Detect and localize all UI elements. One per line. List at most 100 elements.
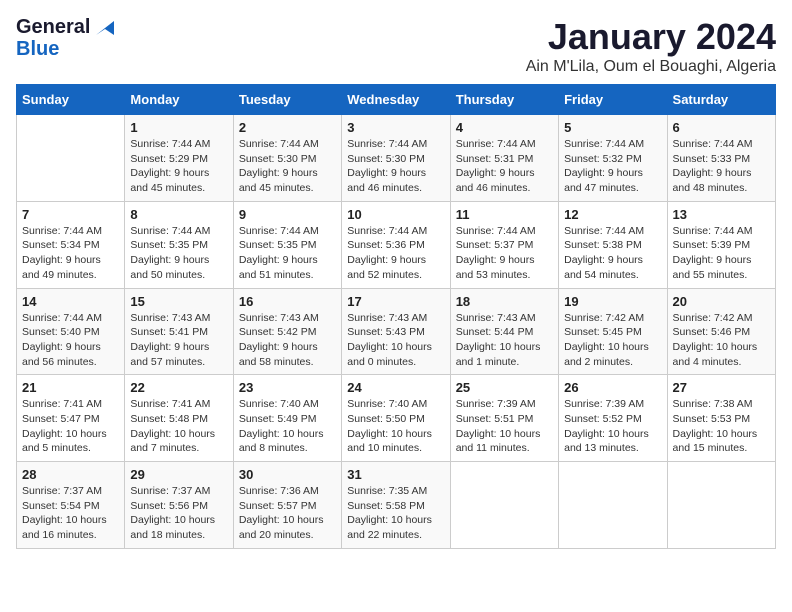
day-number: 20 [673, 294, 770, 309]
day-info: Sunrise: 7:44 AMSunset: 5:35 PMDaylight:… [130, 224, 227, 283]
calendar-cell: 3 Sunrise: 7:44 AMSunset: 5:30 PMDaylight… [342, 115, 450, 202]
col-header-thursday: Thursday [450, 85, 558, 115]
day-info: Sunrise: 7:44 AMSunset: 5:37 PMDaylight:… [456, 224, 553, 283]
calendar-cell: 18Sunrise: 7:43 AMSunset: 5:44 PMDayligh… [450, 288, 558, 375]
day-info: Sunrise: 7:44 AMSunset: 5:32 PMDaylight:… [564, 137, 661, 196]
day-info: Sunrise: 7:37 AMSunset: 5:54 PMDaylight:… [22, 484, 119, 543]
day-info: Sunrise: 7:43 AMSunset: 5:41 PMDaylight:… [130, 311, 227, 370]
calendar-cell: 25Sunrise: 7:39 AMSunset: 5:51 PMDayligh… [450, 375, 558, 462]
day-number: 3 [347, 120, 444, 135]
day-info: Sunrise: 7:43 AMSunset: 5:42 PMDaylight:… [239, 311, 336, 370]
calendar-cell: 7Sunrise: 7:44 AMSunset: 5:34 PMDaylight… [17, 201, 125, 288]
calendar-cell: 2 Sunrise: 7:44 AMSunset: 5:30 PMDaylight… [233, 115, 341, 202]
title-block: January 2024 Ain M'Lila, Oum el Bouaghi,… [526, 16, 776, 76]
day-info: Sunrise: 7:39 AMSunset: 5:52 PMDaylight:… [564, 397, 661, 456]
day-info: Sunrise: 7:44 AMSunset: 5:31 PMDaylight:… [456, 137, 553, 196]
calendar-cell: 12 Sunrise: 7:44 AMSunset: 5:38 PMDayligh… [559, 201, 667, 288]
calendar-cell: 11 Sunrise: 7:44 AMSunset: 5:37 PMDayligh… [450, 201, 558, 288]
day-info: Sunrise: 7:36 AMSunset: 5:57 PMDaylight:… [239, 484, 336, 543]
logo-text: General Blue [16, 16, 114, 60]
day-number: 10 [347, 207, 444, 222]
calendar-cell [17, 115, 125, 202]
day-number: 24 [347, 380, 444, 395]
day-number: 30 [239, 467, 336, 482]
day-info: Sunrise: 7:44 AMSunset: 5:36 PMDaylight:… [347, 224, 444, 283]
day-info: Sunrise: 7:44 AMSunset: 5:38 PMDaylight:… [564, 224, 661, 283]
calendar-cell: 31 Sunrise: 7:35 AMSunset: 5:58 PMDayligh… [342, 462, 450, 549]
day-number: 19 [564, 294, 661, 309]
day-number: 13 [673, 207, 770, 222]
day-number: 1 [130, 120, 227, 135]
day-number: 17 [347, 294, 444, 309]
day-info: Sunrise: 7:44 AMSunset: 5:40 PMDaylight:… [22, 311, 119, 370]
day-info: Sunrise: 7:44 AMSunset: 5:29 PMDaylight:… [130, 137, 227, 196]
day-number: 23 [239, 380, 336, 395]
calendar-cell: 29 Sunrise: 7:37 AMSunset: 5:56 PMDayligh… [125, 462, 233, 549]
day-number: 15 [130, 294, 227, 309]
day-number: 12 [564, 207, 661, 222]
calendar-table: SundayMondayTuesdayWednesdayThursdayFrid… [16, 84, 776, 549]
calendar-cell: 21 Sunrise: 7:41 AMSunset: 5:47 PMDayligh… [17, 375, 125, 462]
day-info: Sunrise: 7:42 AMSunset: 5:46 PMDaylight:… [673, 311, 770, 370]
day-info: Sunrise: 7:41 AMSunset: 5:47 PMDaylight:… [22, 397, 119, 456]
col-header-sunday: Sunday [17, 85, 125, 115]
day-number: 29 [130, 467, 227, 482]
day-info: Sunrise: 7:44 AMSunset: 5:30 PMDaylight:… [347, 137, 444, 196]
logo: General Blue [16, 16, 114, 60]
calendar-cell: 6Sunrise: 7:44 AMSunset: 5:33 PMDaylight… [667, 115, 775, 202]
calendar-cell [667, 462, 775, 549]
calendar-cell: 9 Sunrise: 7:44 AMSunset: 5:35 PMDaylight… [233, 201, 341, 288]
day-number: 4 [456, 120, 553, 135]
calendar-cell: 17Sunrise: 7:43 AMSunset: 5:43 PMDayligh… [342, 288, 450, 375]
day-info: Sunrise: 7:44 AMSunset: 5:30 PMDaylight:… [239, 137, 336, 196]
calendar-cell: 20 Sunrise: 7:42 AMSunset: 5:46 PMDayligh… [667, 288, 775, 375]
day-info: Sunrise: 7:43 AMSunset: 5:44 PMDaylight:… [456, 311, 553, 370]
day-info: Sunrise: 7:37 AMSunset: 5:56 PMDaylight:… [130, 484, 227, 543]
day-number: 14 [22, 294, 119, 309]
day-info: Sunrise: 7:41 AMSunset: 5:48 PMDaylight:… [130, 397, 227, 456]
calendar-cell [450, 462, 558, 549]
col-header-tuesday: Tuesday [233, 85, 341, 115]
day-number: 11 [456, 207, 553, 222]
day-number: 31 [347, 467, 444, 482]
calendar-cell: 26 Sunrise: 7:39 AMSunset: 5:52 PMDayligh… [559, 375, 667, 462]
calendar-cell: 23 Sunrise: 7:40 AMSunset: 5:49 PMDayligh… [233, 375, 341, 462]
calendar-cell: 4 Sunrise: 7:44 AMSunset: 5:31 PMDaylight… [450, 115, 558, 202]
day-info: Sunrise: 7:35 AMSunset: 5:58 PMDaylight:… [347, 484, 444, 543]
day-number: 27 [673, 380, 770, 395]
day-number: 25 [456, 380, 553, 395]
day-info: Sunrise: 7:44 AMSunset: 5:34 PMDaylight:… [22, 224, 119, 283]
day-number: 16 [239, 294, 336, 309]
col-header-saturday: Saturday [667, 85, 775, 115]
calendar-cell: 28Sunrise: 7:37 AMSunset: 5:54 PMDayligh… [17, 462, 125, 549]
calendar-cell: 16 Sunrise: 7:43 AMSunset: 5:42 PMDayligh… [233, 288, 341, 375]
day-number: 2 [239, 120, 336, 135]
day-number: 26 [564, 380, 661, 395]
day-info: Sunrise: 7:40 AMSunset: 5:49 PMDaylight:… [239, 397, 336, 456]
day-number: 8 [130, 207, 227, 222]
day-number: 21 [22, 380, 119, 395]
day-info: Sunrise: 7:42 AMSunset: 5:45 PMDaylight:… [564, 311, 661, 370]
col-header-wednesday: Wednesday [342, 85, 450, 115]
page-subtitle: Ain M'Lila, Oum el Bouaghi, Algeria [526, 58, 776, 76]
col-header-monday: Monday [125, 85, 233, 115]
day-info: Sunrise: 7:44 AMSunset: 5:39 PMDaylight:… [673, 224, 770, 283]
col-header-friday: Friday [559, 85, 667, 115]
calendar-cell: 19 Sunrise: 7:42 AMSunset: 5:45 PMDayligh… [559, 288, 667, 375]
day-number: 22 [130, 380, 227, 395]
calendar-cell: 5Sunrise: 7:44 AMSunset: 5:32 PMDaylight… [559, 115, 667, 202]
day-number: 9 [239, 207, 336, 222]
calendar-cell [559, 462, 667, 549]
calendar-cell: 8 Sunrise: 7:44 AMSunset: 5:35 PMDaylight… [125, 201, 233, 288]
day-info: Sunrise: 7:44 AMSunset: 5:35 PMDaylight:… [239, 224, 336, 283]
calendar-cell: 27Sunrise: 7:38 AMSunset: 5:53 PMDayligh… [667, 375, 775, 462]
calendar-cell: 15 Sunrise: 7:43 AMSunset: 5:41 PMDayligh… [125, 288, 233, 375]
calendar-cell: 14 Sunrise: 7:44 AMSunset: 5:40 PMDayligh… [17, 288, 125, 375]
page-header: General Blue January 2024 Ain M'Lila, Ou… [16, 16, 776, 76]
calendar-cell: 22 Sunrise: 7:41 AMSunset: 5:48 PMDayligh… [125, 375, 233, 462]
calendar-cell: 1 Sunrise: 7:44 AMSunset: 5:29 PMDaylight… [125, 115, 233, 202]
calendar-cell: 30 Sunrise: 7:36 AMSunset: 5:57 PMDayligh… [233, 462, 341, 549]
calendar-cell: 13 Sunrise: 7:44 AMSunset: 5:39 PMDayligh… [667, 201, 775, 288]
day-info: Sunrise: 7:44 AMSunset: 5:33 PMDaylight:… [673, 137, 770, 196]
logo-bird-icon [96, 21, 114, 35]
